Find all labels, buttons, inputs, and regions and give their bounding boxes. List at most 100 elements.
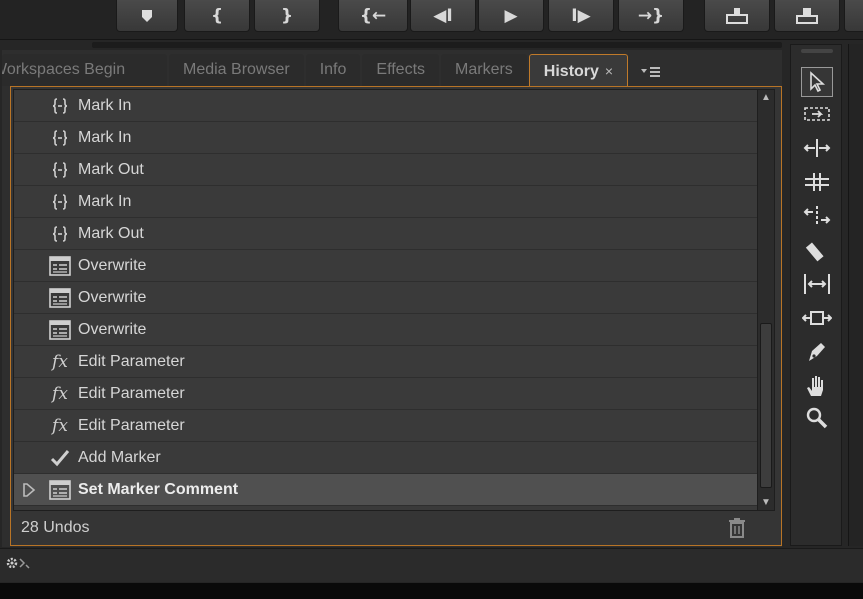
- history-item[interactable]: fx Edit Parameter: [14, 346, 760, 378]
- hand-icon: [807, 376, 823, 396]
- status-bar: [0, 548, 863, 582]
- go-to-out-button[interactable]: →}: [618, 0, 684, 32]
- panel-menu-button[interactable]: [634, 58, 668, 86]
- insert-button[interactable]: [704, 0, 770, 32]
- tab-media-browser[interactable]: Media Browser: [169, 54, 304, 86]
- insert-icon: [726, 7, 748, 24]
- fx-icon: fx: [52, 351, 68, 372]
- tab-history[interactable]: History ×: [528, 54, 629, 86]
- zoom-tool[interactable]: [801, 403, 833, 433]
- history-frame: Mark In Mark In Mark Out Mark In Mark Out Ove…: [10, 86, 782, 546]
- tab-label: History: [543, 63, 599, 80]
- current-state-icon: [22, 483, 36, 497]
- scroll-up-icon[interactable]: ▲: [761, 92, 771, 103]
- vertical-scrollbar[interactable]: ▲ ▼: [757, 89, 775, 511]
- add-marker-button[interactable]: [116, 0, 178, 32]
- scroll-down-icon[interactable]: ▼: [761, 497, 771, 508]
- history-item[interactable]: Mark Out: [14, 154, 760, 186]
- scroll-thumb[interactable]: [760, 323, 772, 488]
- checkmark-icon: [48, 447, 72, 469]
- extra-button[interactable]: [844, 0, 863, 32]
- history-item-label: Mark Out: [78, 224, 144, 242]
- razor-tool[interactable]: [801, 235, 833, 265]
- tools-panel: [790, 44, 842, 546]
- panel-menu-icon: [641, 67, 661, 77]
- mark-out-icon: [48, 223, 72, 245]
- tab-workspaces[interactable]: Workspaces Begin: [2, 54, 167, 86]
- history-item-label: Edit Parameter: [78, 416, 185, 434]
- tab-label: Info: [319, 61, 347, 78]
- mark-out-button[interactable]: }: [254, 0, 320, 32]
- mark-in-icon: [48, 127, 72, 149]
- panel-tab-bar: Workspaces Begin Media Browser Info Effe…: [2, 52, 782, 86]
- mark-in-button[interactable]: {: [184, 0, 250, 32]
- overwrite-icon: [48, 255, 72, 277]
- tab-label: Workspaces Begin: [2, 61, 126, 78]
- history-item[interactable]: fx Edit Parameter: [14, 410, 760, 442]
- rolling-edit-tool[interactable]: [801, 167, 833, 197]
- history-item[interactable]: Set Marker Comment: [14, 474, 760, 506]
- pen-tool[interactable]: [801, 337, 833, 367]
- history-item-label: Edit Parameter: [78, 352, 185, 370]
- fx-icon: fx: [52, 383, 68, 404]
- mark-in-icon: [48, 191, 72, 213]
- hand-tool[interactable]: [801, 371, 833, 401]
- pen-icon: [809, 343, 825, 361]
- history-item-label: Overwrite: [78, 320, 147, 338]
- selection-tool[interactable]: [801, 67, 833, 97]
- track-select-tool[interactable]: [801, 99, 833, 129]
- history-item[interactable]: Add Marker: [14, 442, 760, 474]
- overwrite-icon: [48, 319, 72, 341]
- history-list: Mark In Mark In Mark Out Mark In Mark Out Ove…: [13, 89, 761, 511]
- history-panel: Workspaces Begin Media Browser Info Effe…: [2, 50, 782, 547]
- adjacent-panel-edge: [848, 44, 863, 546]
- slide-tool[interactable]: [801, 303, 833, 333]
- history-item-label: Set Marker Comment: [78, 480, 239, 498]
- history-item-label: Mark In: [78, 96, 132, 114]
- tab-label: Media Browser: [183, 61, 290, 78]
- history-item-label: Mark In: [78, 192, 132, 210]
- step-back-button[interactable]: ◀I: [410, 0, 476, 32]
- monitor-scrub-strip[interactable]: [92, 42, 782, 48]
- ripple-edit-tool[interactable]: [801, 133, 833, 163]
- tab-label: Effects: [376, 61, 426, 78]
- trash-icon[interactable]: [727, 517, 747, 539]
- zoom-icon: [806, 407, 828, 429]
- gear-icon: [6, 557, 30, 569]
- transport-toolbar: { } {← ◀I ▶ I▶ →}: [0, 0, 863, 40]
- history-item[interactable]: Overwrite: [14, 314, 760, 346]
- overwrite-button[interactable]: [774, 0, 840, 32]
- tab-label: Markers: [455, 61, 513, 78]
- history-item-label: Add Marker: [78, 448, 161, 466]
- marker-icon: [142, 9, 152, 22]
- go-to-in-button[interactable]: {←: [338, 0, 408, 32]
- overwrite-edit-icon: [796, 7, 818, 24]
- history-item[interactable]: Mark In: [14, 90, 760, 122]
- panel-grip[interactable]: [801, 49, 833, 53]
- track-select-icon: [804, 107, 830, 121]
- settings-button[interactable]: [4, 555, 34, 577]
- screen-bottom-edge: [0, 583, 863, 599]
- history-footer: 28 Undos: [13, 513, 773, 543]
- tab-effects[interactable]: Effects: [362, 54, 440, 86]
- history-item-label: Mark In: [78, 128, 132, 146]
- history-item[interactable]: Overwrite: [14, 282, 760, 314]
- play-button[interactable]: ▶: [478, 0, 544, 32]
- premiere-workspace: { } {← ◀I ▶ I▶ →} Workspaces Begin Media…: [0, 0, 863, 599]
- history-item[interactable]: Mark In: [14, 122, 760, 154]
- history-item-label: Overwrite: [78, 256, 147, 274]
- history-item[interactable]: Mark In: [14, 186, 760, 218]
- mark-out-icon: [48, 159, 72, 181]
- history-item[interactable]: Mark Out: [14, 218, 760, 250]
- step-forward-button[interactable]: I▶: [548, 0, 614, 32]
- tab-markers[interactable]: Markers: [441, 54, 527, 86]
- rate-stretch-icon: [803, 206, 831, 226]
- slip-tool[interactable]: [801, 269, 833, 299]
- history-item[interactable]: Overwrite: [14, 250, 760, 282]
- overwrite-icon: [48, 479, 72, 501]
- rate-stretch-tool[interactable]: [801, 201, 833, 231]
- history-item[interactable]: fx Edit Parameter: [14, 378, 760, 410]
- close-icon[interactable]: ×: [605, 63, 613, 79]
- slip-icon: [804, 274, 830, 294]
- tab-info[interactable]: Info: [305, 54, 361, 86]
